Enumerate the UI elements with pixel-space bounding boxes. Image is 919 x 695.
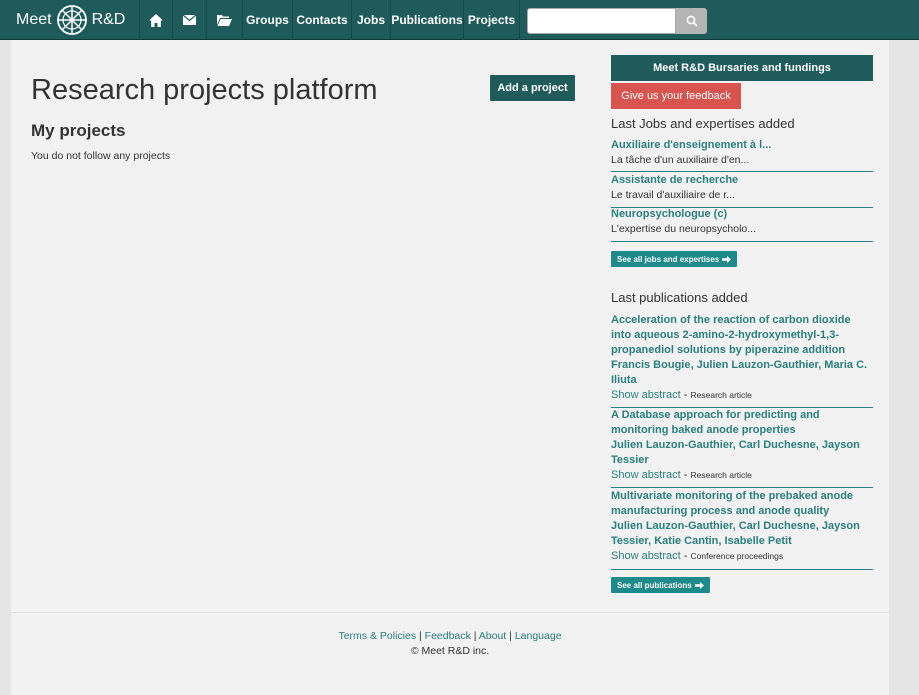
job-description: La tâche d'un auxiliaire d'en...	[611, 154, 750, 166]
arrow-right-icon	[722, 255, 732, 263]
job-item[interactable]: Assistante de recherche Le travail d'aux…	[611, 173, 873, 208]
see-all-jobs-label: See all jobs and expertises	[617, 254, 720, 264]
publication-authors[interactable]: Julien Lauzon-Gauthier, Carl Duchesne, J…	[611, 438, 873, 468]
publication-meta: Show abstract - Research article	[611, 469, 752, 481]
publication-type: Conference proceedings	[690, 551, 784, 561]
search-icon	[686, 15, 698, 27]
add-project-button[interactable]: Add a project	[490, 75, 575, 101]
publication-type: Research article	[690, 470, 752, 480]
see-all-publications-button[interactable]: See all publications	[611, 577, 710, 593]
publication-item: A Database approach for predicting and m…	[611, 408, 873, 488]
publication-meta: Show abstract - Research article	[611, 389, 752, 401]
nav-publications[interactable]: Publications	[391, 0, 463, 40]
nav-groups[interactable]: Groups	[243, 0, 292, 40]
terms-link[interactable]: Terms & Policies	[338, 630, 416, 642]
nav-jobs[interactable]: Jobs	[352, 0, 390, 40]
publication-title[interactable]: A Database approach for predicting and m…	[611, 408, 873, 438]
nav-folders[interactable]	[207, 0, 242, 40]
nav-home[interactable]	[140, 0, 172, 40]
job-title[interactable]: Neuropsychologue (c)	[611, 207, 873, 222]
about-link[interactable]: About	[479, 630, 506, 642]
footer-links: Terms & Policies | Feedback | About | La…	[11, 630, 889, 642]
brand-logo[interactable]: Meet R&D	[16, 4, 125, 36]
job-title[interactable]: Assistante de recherche	[611, 173, 873, 188]
publication-meta: Show abstract - Conference proceedings	[611, 550, 784, 562]
bursaries-button[interactable]: Meet R&D Bursaries and fundings	[611, 55, 873, 81]
brand-text-meet: Meet	[16, 11, 52, 28]
publications-heading: Last publications added	[611, 290, 748, 305]
home-icon	[149, 13, 163, 27]
arrow-right-icon	[694, 581, 704, 589]
footer-separator: |	[419, 630, 422, 642]
footer-separator: |	[473, 630, 477, 642]
jobs-heading: Last Jobs and expertises added	[611, 116, 795, 131]
job-description: L'expertise du neuropsycholo...	[611, 223, 757, 235]
nav-projects[interactable]: Projects	[464, 0, 519, 40]
publication-authors[interactable]: Francis Bougie, Julien Lauzon-Gauthier, …	[611, 358, 873, 388]
show-abstract-link[interactable]: Show abstract	[611, 550, 681, 562]
copyright-text: © Meet R&D inc.	[410, 645, 490, 657]
search-input[interactable]	[527, 8, 676, 34]
top-navbar: Meet R&D Groups Contacts Jobs Publicatio…	[0, 0, 919, 40]
search-button[interactable]	[676, 8, 707, 34]
see-all-jobs-button[interactable]: See all jobs and expertises	[611, 251, 738, 267]
publication-authors[interactable]: Julien Lauzon-Gauthier, Carl Duchesne, J…	[611, 519, 873, 549]
show-abstract-link[interactable]: Show abstract	[611, 469, 681, 481]
nav-contacts[interactable]: Contacts	[293, 0, 351, 40]
publication-type: Research article	[690, 390, 752, 400]
see-all-publications-label: See all publications	[617, 580, 692, 590]
feedback-link[interactable]: Feedback	[425, 630, 471, 642]
meet-rd-logo-icon	[56, 5, 87, 35]
footer-divider	[11, 612, 889, 613]
folder-open-icon	[217, 15, 232, 26]
job-item[interactable]: Neuropsychologue (c) L'expertise du neur…	[611, 207, 873, 242]
search-bar	[527, 8, 707, 34]
my-projects-heading: My projects	[31, 121, 126, 140]
envelope-icon	[183, 15, 196, 25]
page-container: Research projects platform Add a project…	[11, 40, 889, 695]
publication-title[interactable]: Multivariate monitoring of the prebaked …	[611, 489, 873, 519]
page-title: Research projects platform	[31, 74, 378, 106]
feedback-button[interactable]: Give us your feedback	[611, 83, 741, 109]
brand-text-rd: R&D	[91, 11, 126, 28]
footer-separator: |	[509, 630, 512, 642]
no-projects-text: You do not follow any projects	[31, 150, 171, 162]
publication-item: Acceleration of the reaction of carbon d…	[611, 313, 873, 408]
show-abstract-link[interactable]: Show abstract	[611, 389, 681, 401]
job-description: Le travail d'auxiliaire de r...	[611, 189, 735, 201]
job-item[interactable]: Auxiliaire d'enseignement à l... La tâch…	[611, 138, 873, 172]
publication-item: Multivariate monitoring of the prebaked …	[611, 489, 873, 570]
nav-messages[interactable]	[173, 0, 206, 40]
language-link[interactable]: Language	[515, 630, 562, 642]
publication-title[interactable]: Acceleration of the reaction of carbon d…	[611, 313, 873, 358]
job-title[interactable]: Auxiliaire d'enseignement à l...	[611, 138, 873, 153]
